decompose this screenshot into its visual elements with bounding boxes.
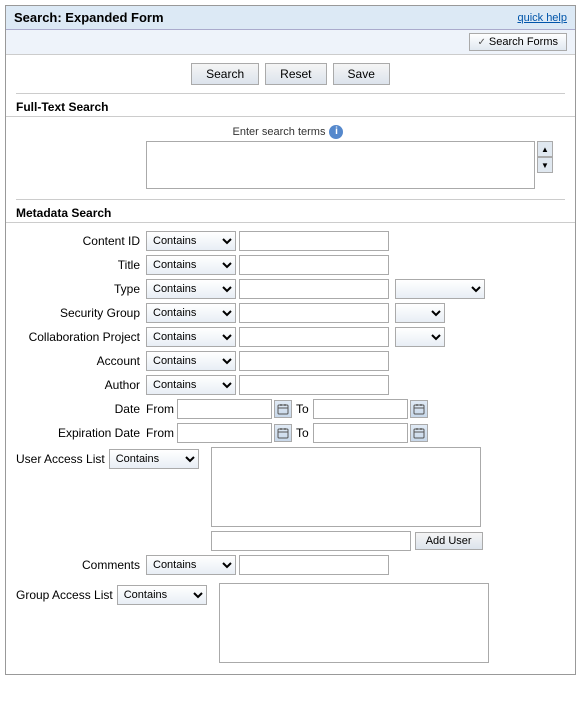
expdate-from-label: From bbox=[146, 426, 174, 440]
select-type-right[interactable] bbox=[395, 279, 485, 299]
user-add-row: Add User bbox=[211, 531, 483, 551]
date-from-input[interactable] bbox=[177, 399, 272, 419]
fulltext-label-row: Enter search terms i bbox=[16, 125, 565, 139]
expdate-to-calendar-icon[interactable] bbox=[410, 424, 428, 442]
save-button[interactable]: Save bbox=[333, 63, 390, 85]
user-list-textarea[interactable] bbox=[211, 447, 481, 527]
label-collab-project: Collaboration Project bbox=[16, 330, 146, 344]
select-account[interactable]: ContainsStarts WithEnds WithEquals bbox=[146, 351, 236, 371]
label-title: Title bbox=[16, 258, 146, 272]
input-collab-project[interactable] bbox=[239, 327, 389, 347]
user-access-section: User Access List ContainsStarts WithEnds… bbox=[16, 447, 565, 551]
select-collab-project-right[interactable] bbox=[395, 327, 445, 347]
fulltext-input-wrap: ▲ ▼ bbox=[146, 141, 535, 189]
input-account[interactable] bbox=[239, 351, 389, 371]
select-type[interactable]: ContainsStarts WithEnds WithEquals bbox=[146, 279, 236, 299]
form-row-author: Author ContainsStarts WithEnds WithEqual… bbox=[16, 375, 565, 395]
user-add-input[interactable] bbox=[211, 531, 411, 551]
scroll-up-icon[interactable]: ▲ bbox=[537, 141, 553, 157]
label-author: Author bbox=[16, 378, 146, 392]
date-from-label: From bbox=[146, 402, 174, 416]
search-forms-arrow-icon: ✓ bbox=[478, 37, 486, 48]
form-row-content-id: Content ID ContainsStarts WithEnds WithE… bbox=[16, 231, 565, 251]
form-row-expiration-date: Expiration Date From To bbox=[16, 423, 565, 443]
divider-2 bbox=[16, 199, 565, 200]
search-forms-button[interactable]: ✓ Search Forms bbox=[469, 33, 567, 51]
select-collab-project[interactable]: ContainsStarts WithEnds WithEquals bbox=[146, 327, 236, 347]
title-bar: Search: Expanded Form quick help bbox=[6, 6, 575, 30]
main-container: Search: Expanded Form quick help ✓ Searc… bbox=[5, 5, 576, 675]
form-row-collab-project: Collaboration Project ContainsStarts Wit… bbox=[16, 327, 565, 347]
user-access-right: Add User bbox=[211, 447, 483, 551]
input-author[interactable] bbox=[239, 375, 389, 395]
label-account: Account bbox=[16, 354, 146, 368]
label-type: Type bbox=[16, 282, 146, 296]
input-type[interactable] bbox=[239, 279, 389, 299]
input-content-id[interactable] bbox=[239, 231, 389, 251]
reset-button[interactable]: Reset bbox=[265, 63, 326, 85]
metadata-section: Content ID ContainsStarts WithEnds WithE… bbox=[6, 227, 575, 674]
label-comments: Comments bbox=[16, 558, 146, 572]
expdate-to-input[interactable] bbox=[313, 423, 408, 443]
expdate-from-input[interactable] bbox=[177, 423, 272, 443]
search-button[interactable]: Search bbox=[191, 63, 259, 85]
select-title[interactable]: ContainsStarts WithEnds WithEquals bbox=[146, 255, 236, 275]
fulltext-section: Enter search terms i ▲ ▼ bbox=[6, 121, 575, 197]
label-group-access-list: Group Access List bbox=[16, 588, 113, 602]
input-title[interactable] bbox=[239, 255, 389, 275]
label-user-access-list: User Access List bbox=[16, 452, 105, 466]
fulltext-label-text: Enter search terms bbox=[233, 126, 326, 138]
divider-1 bbox=[16, 93, 565, 94]
select-group-access-list[interactable]: ContainsStarts WithEnds WithEquals bbox=[117, 585, 207, 605]
group-access-section: Group Access List ContainsStarts WithEnd… bbox=[16, 583, 565, 666]
expdate-from-calendar-icon[interactable] bbox=[274, 424, 292, 442]
date-to-calendar-icon[interactable] bbox=[410, 400, 428, 418]
select-security-group-right[interactable] bbox=[395, 303, 445, 323]
form-row-account: Account ContainsStarts WithEnds WithEqua… bbox=[16, 351, 565, 371]
fulltext-textarea[interactable] bbox=[146, 141, 535, 189]
label-date: Date bbox=[16, 402, 146, 416]
select-comments[interactable]: ContainsStarts WithEnds WithEquals bbox=[146, 555, 236, 575]
form-row-comments: Comments ContainsStarts WithEnds WithEqu… bbox=[16, 555, 565, 575]
action-buttons: Search Reset Save bbox=[6, 55, 575, 91]
page-title: Search: Expanded Form bbox=[14, 10, 164, 25]
date-to-label: To bbox=[296, 402, 309, 416]
metadata-section-header: Metadata Search bbox=[6, 202, 575, 223]
search-forms-bar: ✓ Search Forms bbox=[6, 30, 575, 55]
date-from-calendar-icon[interactable] bbox=[274, 400, 292, 418]
form-row-type: Type ContainsStarts WithEnds WithEquals bbox=[16, 279, 565, 299]
group-access-right bbox=[219, 583, 489, 666]
label-content-id: Content ID bbox=[16, 234, 146, 248]
quick-help-link[interactable]: quick help bbox=[517, 12, 567, 24]
label-security-group: Security Group bbox=[16, 306, 146, 320]
input-comments[interactable] bbox=[239, 555, 389, 575]
group-list-textarea[interactable] bbox=[219, 583, 489, 663]
expdate-to-label: To bbox=[296, 426, 309, 440]
label-expiration-date: Expiration Date bbox=[16, 426, 146, 440]
add-user-button[interactable]: Add User bbox=[415, 532, 483, 550]
scroll-down-icon[interactable]: ▼ bbox=[537, 157, 553, 173]
form-row-security-group: Security Group ContainsStarts WithEnds W… bbox=[16, 303, 565, 323]
select-user-access-list[interactable]: ContainsStarts WithEnds WithEquals bbox=[109, 449, 199, 469]
select-security-group[interactable]: ContainsStarts WithEnds WithEquals bbox=[146, 303, 236, 323]
date-to-input[interactable] bbox=[313, 399, 408, 419]
select-author[interactable]: ContainsStarts WithEnds WithEquals bbox=[146, 375, 236, 395]
scroll-arrows: ▲ ▼ bbox=[537, 141, 553, 173]
info-icon[interactable]: i bbox=[329, 125, 343, 139]
select-content-id[interactable]: ContainsStarts WithEnds WithEquals bbox=[146, 231, 236, 251]
form-row-date: Date From To bbox=[16, 399, 565, 419]
group-access-label-col: Group Access List ContainsStarts WithEnd… bbox=[16, 583, 213, 605]
user-access-label-col: User Access List ContainsStarts WithEnds… bbox=[16, 447, 205, 469]
fulltext-section-header: Full-Text Search bbox=[6, 96, 575, 117]
input-security-group[interactable] bbox=[239, 303, 389, 323]
search-forms-label: Search Forms bbox=[489, 36, 558, 48]
form-row-title: Title ContainsStarts WithEnds WithEquals bbox=[16, 255, 565, 275]
